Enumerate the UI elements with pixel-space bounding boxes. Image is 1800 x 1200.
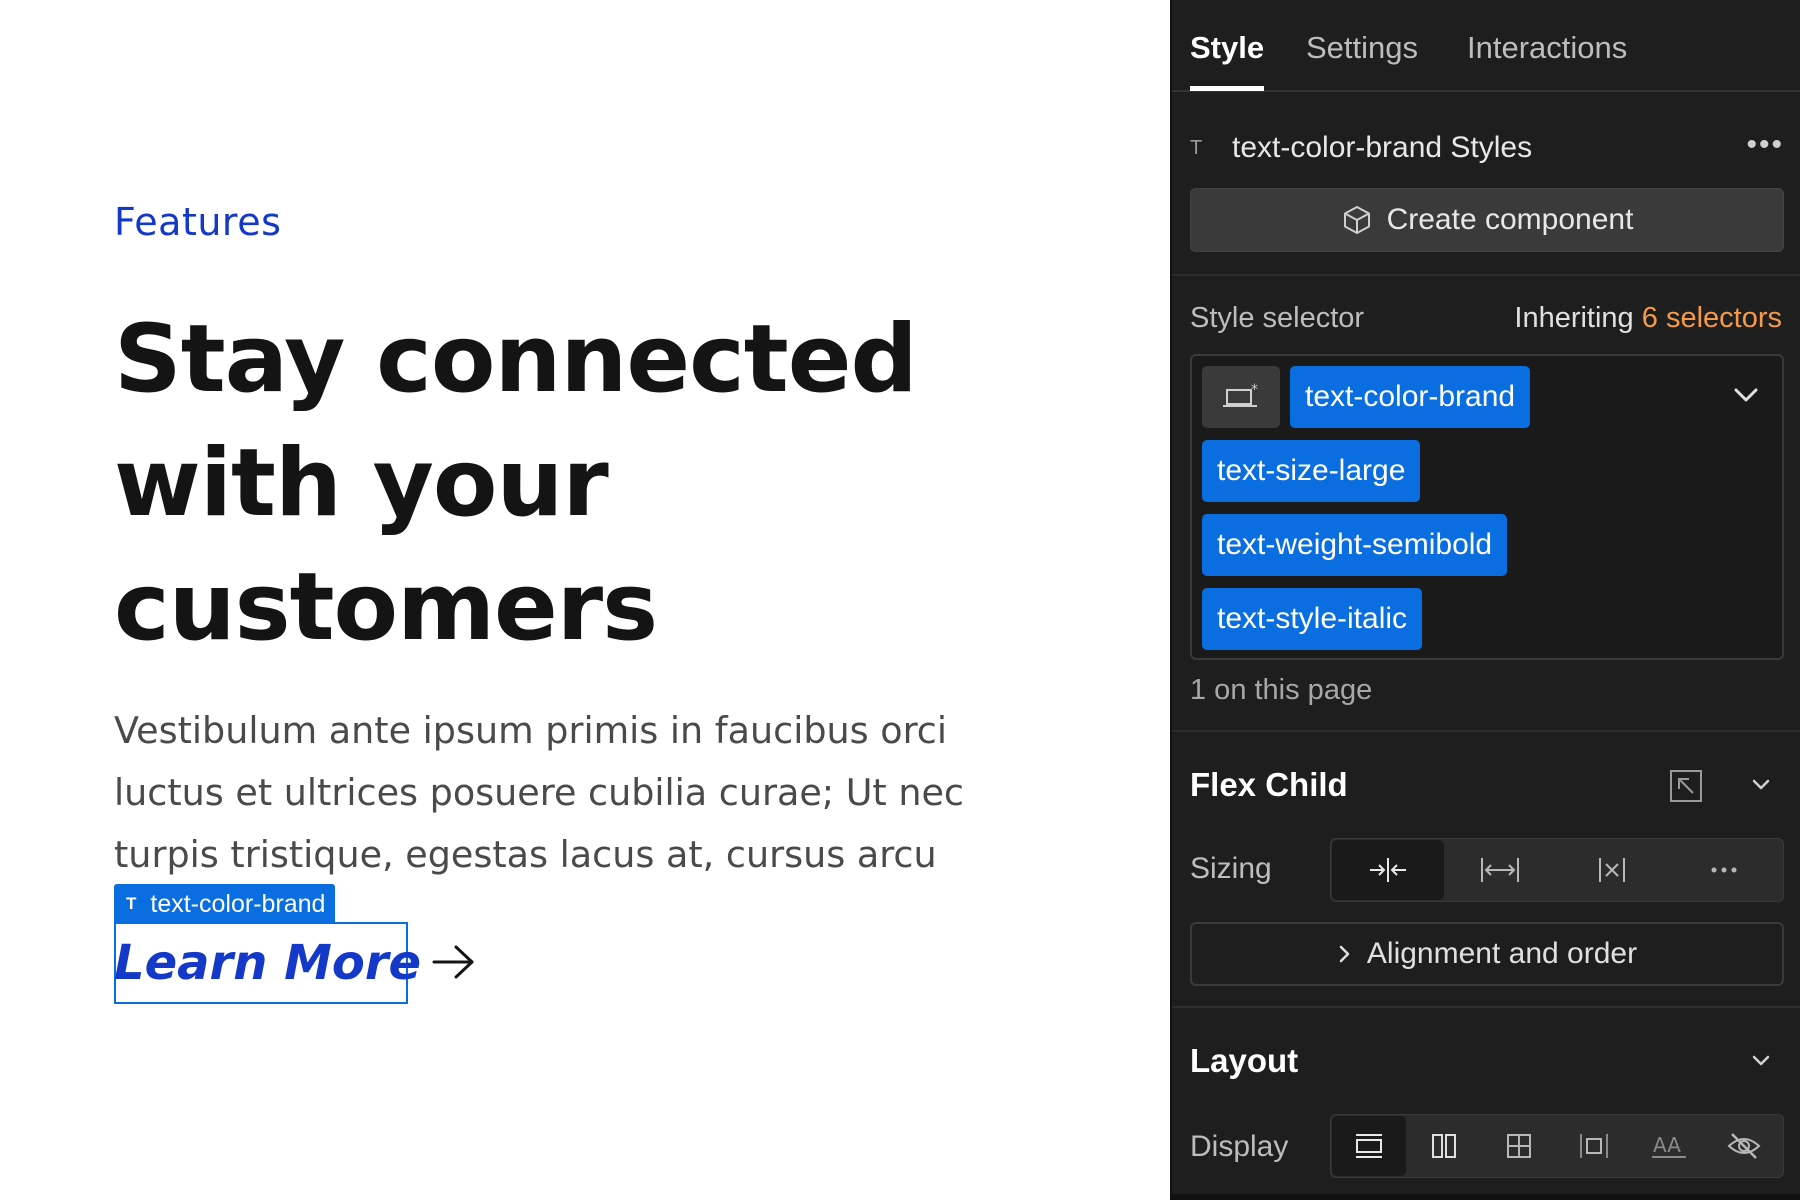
chevron-right-icon [1339, 945, 1350, 963]
cube-icon [1343, 206, 1370, 234]
inline-block-icon[interactable] [1557, 1116, 1631, 1176]
features-eyebrow[interactable]: Features [114, 200, 281, 244]
state-icon: * [1223, 382, 1258, 407]
text-type-icon: T [126, 894, 137, 913]
block-icon[interactable] [1332, 1116, 1406, 1176]
create-component-label: Create component [1386, 203, 1634, 236]
style-panel: Style Settings Interactions T text-color… [1170, 0, 1800, 1200]
panel-tabs: Style Settings Interactions [1172, 0, 1800, 92]
style-selector-field[interactable]: * text-color-brand text-size-large text-… [1190, 354, 1784, 660]
body-line: luctus et ultrices posuere cubilia curae… [114, 771, 964, 814]
inheriting-count: 6 selectors [1641, 302, 1782, 334]
hero-headline[interactable]: Stay connected with your customers [114, 298, 1014, 670]
body-line: turpis tristique, egestas lacus at, curs… [114, 833, 937, 876]
shrink-icon[interactable] [1332, 840, 1444, 900]
styles-header: T text-color-brand Styles ••• [1190, 128, 1784, 168]
section-divider [1172, 730, 1800, 732]
active-tab-indicator [1190, 86, 1264, 91]
body-line: Vestibulum ante ipsum primis in faucibus… [114, 709, 948, 752]
grow-icon[interactable] [1444, 840, 1556, 900]
sizing-segmented-control [1330, 838, 1784, 902]
learn-more-link[interactable]: Learn More [114, 922, 421, 1004]
chevron-down-icon[interactable] [1750, 776, 1772, 794]
tab-interactions[interactable]: Interactions [1467, 30, 1627, 66]
tab-settings[interactable]: Settings [1306, 30, 1418, 66]
selector-chip[interactable]: text-weight-semibold [1202, 514, 1508, 576]
create-component-button[interactable]: Create component [1190, 188, 1784, 252]
hero-body-text[interactable]: Vestibulum ante ipsum primis in faucibus… [114, 700, 1054, 886]
styles-header-title: text-color-brand Styles [1232, 131, 1533, 164]
learn-more-label: Learn More [114, 935, 422, 991]
usage-count: 1 on this page [1190, 674, 1373, 706]
section-divider [1172, 1006, 1800, 1008]
design-canvas[interactable]: Features Stay connected with your custom… [0, 0, 1170, 1200]
style-selector-label: Style selector [1190, 302, 1365, 334]
inheriting-info[interactable]: Inheriting 6 selectors [1514, 302, 1782, 335]
panel-bottom-edge [1172, 1194, 1800, 1200]
alignment-and-order-label: Alignment and order [1366, 937, 1638, 970]
grid-icon[interactable] [1482, 1116, 1556, 1176]
more-horizontal-icon[interactable]: ••• [1746, 128, 1784, 162]
headline-line: Stay connected [114, 305, 918, 414]
selector-chip[interactable]: text-style-italic [1202, 588, 1423, 650]
svg-text:*: * [1251, 382, 1258, 398]
display-label: Display [1190, 1130, 1289, 1163]
chevron-down-icon[interactable] [1732, 384, 1760, 406]
sizing-label: Sizing [1190, 852, 1272, 885]
inline-icon[interactable]: AA [1632, 1116, 1706, 1176]
display-segmented-control: AA [1330, 1114, 1784, 1178]
text-type-icon: T [1190, 136, 1203, 159]
tab-style[interactable]: Style [1190, 30, 1264, 66]
eye-off-icon[interactable] [1707, 1116, 1781, 1176]
more-horizontal-icon[interactable] [1668, 840, 1780, 900]
section-divider [1172, 274, 1800, 276]
selector-chip[interactable]: text-size-large [1202, 440, 1421, 502]
reset-arrow-icon[interactable] [1668, 768, 1706, 804]
alignment-and-order-button[interactable]: Alignment and order [1190, 922, 1784, 986]
state-selector-button[interactable]: * [1202, 366, 1280, 428]
headline-line: with your [114, 429, 609, 538]
layout-section-title[interactable]: Layout [1190, 1042, 1298, 1080]
flex-icon[interactable] [1407, 1116, 1481, 1176]
inheriting-prefix: Inheriting [1514, 302, 1634, 334]
selected-element-class: text-color-brand [150, 889, 326, 918]
none-icon[interactable] [1556, 840, 1668, 900]
chevron-down-icon[interactable] [1750, 1052, 1772, 1070]
svg-text:AA: AA [1653, 1133, 1681, 1157]
flex-child-section-title[interactable]: Flex Child [1190, 766, 1348, 804]
headline-line: customers [114, 553, 658, 662]
selector-chip[interactable]: text-color-brand [1290, 366, 1531, 428]
arrow-right-icon[interactable] [430, 942, 476, 982]
selected-element-tag[interactable]: T text-color-brand [114, 884, 336, 924]
